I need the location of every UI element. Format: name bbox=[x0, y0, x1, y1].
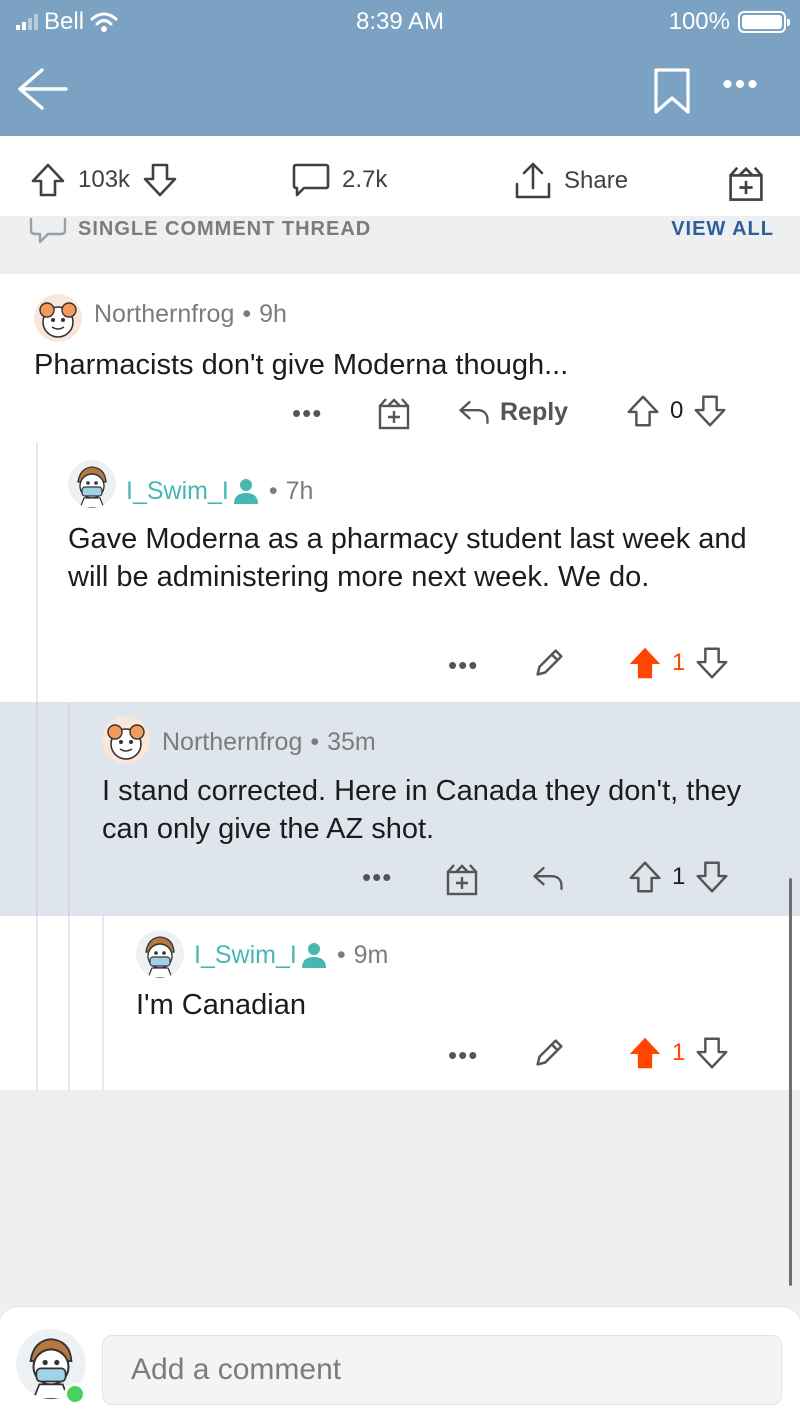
comment-age: 9m bbox=[353, 940, 389, 969]
battery-icon bbox=[738, 11, 790, 33]
award-icon bbox=[374, 392, 414, 432]
edit-icon bbox=[530, 1034, 568, 1072]
thread-line[interactable] bbox=[68, 702, 70, 916]
avatar[interactable] bbox=[68, 460, 116, 508]
award-button[interactable] bbox=[442, 858, 482, 898]
vote-count: 0 bbox=[670, 397, 684, 424]
vote-count: 1 bbox=[672, 863, 686, 890]
downvote-icon[interactable] bbox=[693, 858, 731, 896]
top-navbar: ••• bbox=[0, 44, 800, 136]
upvote-icon[interactable] bbox=[624, 392, 662, 430]
more-options-icon[interactable]: ••• bbox=[292, 398, 322, 429]
vote-count: 1 bbox=[672, 649, 686, 676]
share-label: Share bbox=[564, 167, 629, 194]
edit-button[interactable] bbox=[530, 644, 568, 682]
separator-dot: • bbox=[310, 728, 320, 756]
thread-line[interactable] bbox=[36, 442, 38, 702]
view-all-link[interactable]: VIEW ALL bbox=[671, 218, 774, 241]
upvote-icon[interactable] bbox=[28, 160, 68, 200]
bookmark-icon[interactable] bbox=[652, 66, 692, 116]
avatar[interactable] bbox=[136, 930, 184, 978]
comment-age: 9h bbox=[259, 300, 287, 328]
more-options-icon[interactable]: ••• bbox=[362, 862, 392, 893]
comment-meta: I_Swim_I • 7h bbox=[126, 476, 313, 506]
back-arrow-icon[interactable] bbox=[14, 64, 70, 114]
post-upvote-count: 103k bbox=[78, 166, 131, 193]
comment-count: 2.7k bbox=[342, 166, 388, 193]
share-icon bbox=[515, 162, 551, 199]
vote-count: 1 bbox=[672, 1039, 686, 1066]
comment-body: Pharmacists don't give Moderna though... bbox=[34, 349, 569, 381]
award-icon bbox=[724, 160, 768, 204]
award-button[interactable] bbox=[374, 392, 414, 432]
reply-button[interactable] bbox=[530, 860, 566, 896]
thread-line[interactable] bbox=[36, 702, 38, 916]
user-profile-icon bbox=[301, 943, 326, 968]
comment-icon bbox=[292, 163, 330, 197]
edit-button[interactable] bbox=[530, 1034, 568, 1072]
upvote-icon[interactable] bbox=[626, 644, 664, 682]
downvote-icon[interactable] bbox=[691, 392, 729, 430]
more-options-icon[interactable]: ••• bbox=[448, 1040, 478, 1071]
comments-button[interactable]: 2.7k bbox=[290, 160, 387, 200]
battery-status: 100% bbox=[668, 8, 790, 36]
thread-label: SINGLE COMMENT THREAD bbox=[78, 218, 372, 240]
downvote-icon[interactable] bbox=[140, 160, 180, 200]
username[interactable]: I_Swim_I bbox=[126, 477, 229, 506]
vote-controls: 1 bbox=[626, 644, 731, 682]
comment-age: 7h bbox=[285, 476, 314, 505]
thread-header: SINGLE COMMENT THREAD VIEW ALL bbox=[0, 216, 800, 274]
thread-line[interactable] bbox=[36, 916, 38, 1090]
user-profile-icon bbox=[233, 479, 258, 504]
thread-line[interactable] bbox=[68, 916, 70, 1090]
comment-meta: Northernfrog • 35m bbox=[162, 728, 376, 757]
downvote-icon[interactable] bbox=[693, 1034, 731, 1072]
post-action-bar: 103k 2.7k Share bbox=[0, 136, 800, 224]
comment-meta: I_Swim_I • 9m bbox=[194, 940, 388, 970]
more-options-icon[interactable]: ••• bbox=[448, 650, 478, 681]
online-status-badge bbox=[64, 1383, 86, 1405]
avatar[interactable] bbox=[34, 294, 82, 342]
username[interactable]: Northernfrog bbox=[162, 728, 302, 757]
comment-icon bbox=[29, 218, 67, 244]
reply-label: Reply bbox=[500, 397, 569, 426]
comment-body: I stand corrected. Here in Canada they d… bbox=[102, 775, 742, 845]
upvote-icon[interactable] bbox=[626, 1034, 664, 1072]
avatar[interactable] bbox=[102, 716, 150, 764]
edit-icon bbox=[530, 644, 568, 682]
post-vote-group: 103k bbox=[28, 160, 180, 200]
reply-icon bbox=[530, 860, 566, 896]
username[interactable]: Northernfrog bbox=[94, 300, 234, 329]
thread-line[interactable] bbox=[102, 916, 104, 1090]
award-icon bbox=[442, 858, 482, 898]
award-button[interactable] bbox=[724, 160, 768, 204]
vote-controls: 1 bbox=[626, 1034, 731, 1072]
comment-input[interactable]: Add a comment bbox=[102, 1335, 782, 1405]
status-bar: Bell 8:39 AM 100% bbox=[0, 0, 800, 44]
share-button[interactable]: Share bbox=[512, 160, 628, 202]
downvote-icon[interactable] bbox=[693, 644, 731, 682]
comment-body: Gave Moderna as a pharmacy student last … bbox=[68, 523, 747, 593]
battery-percent: 100% bbox=[668, 8, 730, 35]
scrollbar[interactable] bbox=[789, 878, 792, 1286]
separator-dot: • bbox=[336, 940, 346, 969]
upvote-icon[interactable] bbox=[626, 858, 664, 896]
reply-icon bbox=[456, 394, 492, 430]
comment-composer: Add a comment bbox=[0, 1306, 800, 1423]
comment-age: 35m bbox=[327, 728, 376, 756]
reply-button[interactable]: Reply bbox=[456, 394, 568, 430]
comment-meta: Northernfrog • 9h bbox=[94, 300, 287, 329]
more-options-icon[interactable]: ••• bbox=[714, 68, 768, 108]
comment-body: I'm Canadian bbox=[136, 989, 306, 1021]
comment-highlighted: Northernfrog • 35m I stand corrected. He… bbox=[0, 702, 800, 916]
separator-dot: • bbox=[268, 476, 278, 505]
username[interactable]: I_Swim_I bbox=[194, 941, 297, 970]
vote-controls: 1 bbox=[626, 858, 731, 896]
vote-controls: 0 bbox=[624, 392, 729, 430]
separator-dot: • bbox=[242, 300, 252, 328]
comment-thread: Northernfrog • 9h Pharmacists don't give… bbox=[0, 274, 800, 702]
comment: I_Swim_I • 9m I'm Canadian ••• 1 bbox=[0, 916, 800, 1090]
